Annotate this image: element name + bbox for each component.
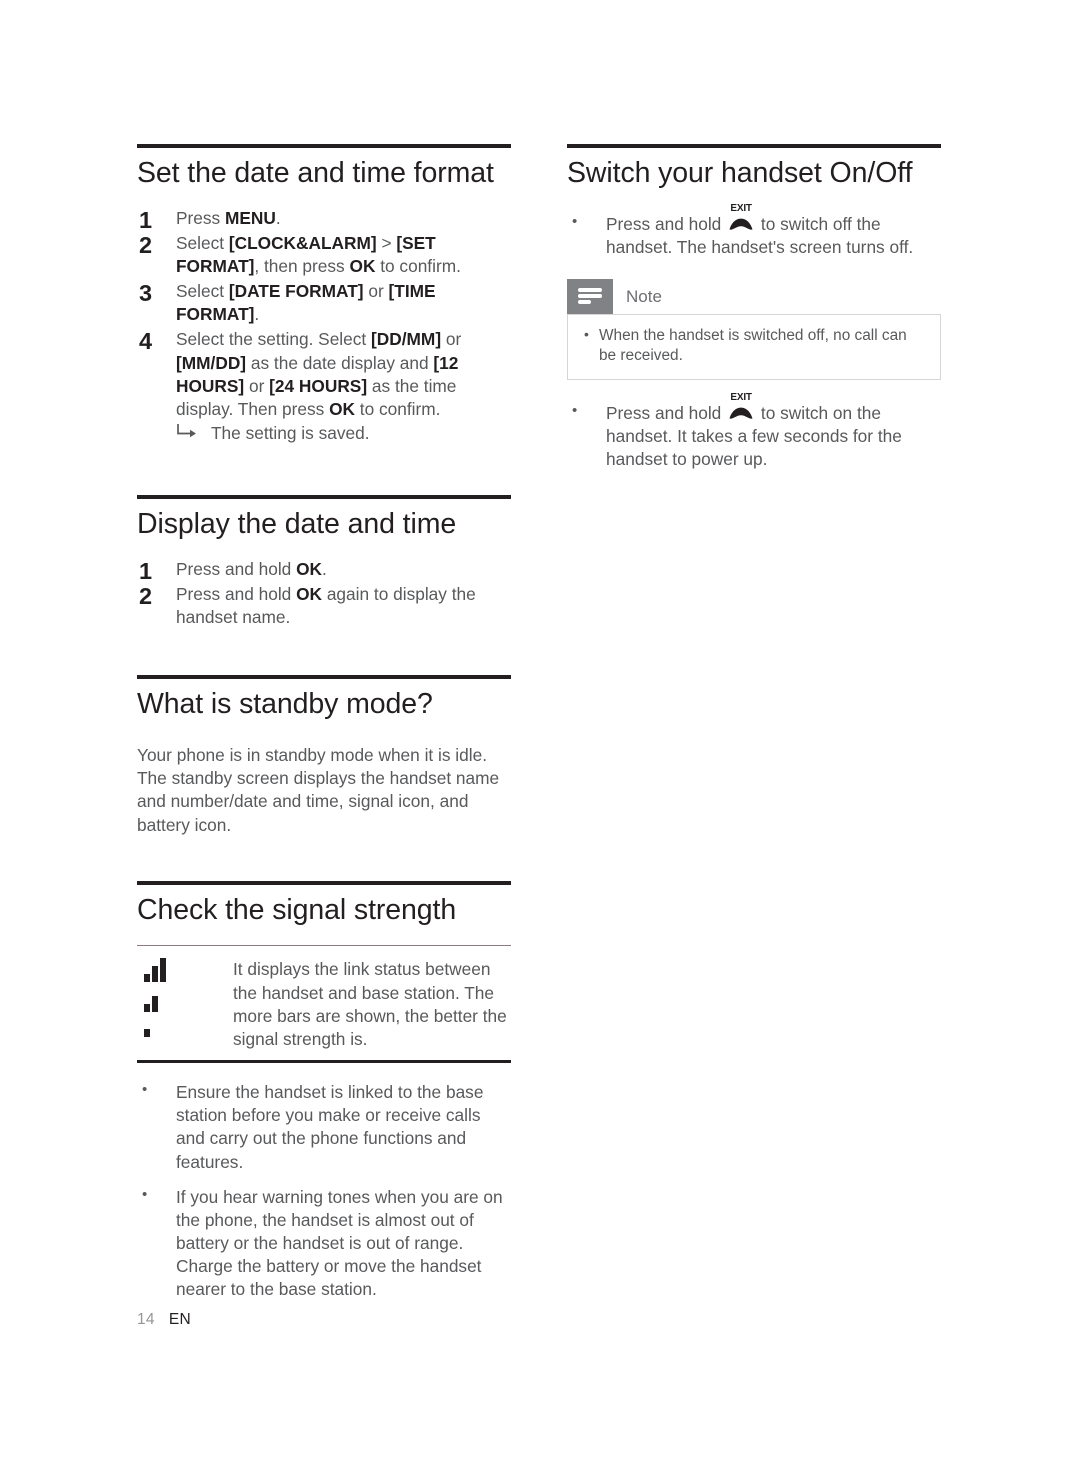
plain-text: to confirm.	[354, 399, 441, 419]
step-text: Press MENU.	[176, 208, 281, 228]
emphasis-text: [24 HOURS]	[269, 375, 368, 396]
note-item-list: When the handset is switched off, no cal…	[582, 325, 926, 367]
emphasis-text: OK	[349, 255, 376, 276]
step-item: 1 Press MENU.	[137, 207, 511, 233]
exit-key-icon: EXIT	[728, 392, 754, 421]
section-heading: What is standby mode?	[137, 688, 433, 721]
emphasis-text: MENU	[224, 207, 276, 228]
page-title: Set the date and time format	[137, 157, 494, 189]
plain-text: Press and hold	[176, 584, 297, 605]
right-column: Switch your handset On/Off Press and hol…	[567, 144, 941, 483]
result-arrow-icon	[176, 423, 198, 441]
standby-mode-paragraph: Your phone is in standby mode when it is…	[137, 745, 500, 835]
step-item: 1 Press and hold OK.	[137, 558, 511, 584]
plain-text: Select	[176, 232, 229, 253]
step-number: 4	[139, 328, 153, 355]
step-number: 2	[139, 583, 153, 610]
plain-text: .	[275, 207, 281, 228]
emphasis-text: OK	[296, 558, 323, 579]
plain-text: Select the setting. Select	[176, 329, 372, 350]
step-item: 2 Press and hold OK again to display the…	[137, 583, 511, 629]
page-footer: 14 EN	[137, 1311, 191, 1329]
section-check-signal-strength: Check the signal strength It displays th…	[137, 880, 511, 1302]
section-rule	[567, 144, 941, 148]
step-number: 2	[139, 231, 153, 258]
section-switch-handset-on-off: Switch your handset On/Off Press and hol…	[567, 144, 941, 471]
step-text: Select the setting. Select [DD/MM] or [M…	[176, 329, 461, 419]
plain-text: Select	[176, 281, 229, 302]
step-item: 3 Select [DATE FORMAT] or [TIME FORMAT].	[137, 280, 511, 326]
note-box: Note When the handset is switched off, n…	[567, 278, 941, 380]
page-number: 14	[137, 1311, 155, 1328]
note-title: Note	[626, 286, 662, 306]
step-number: 3	[139, 280, 153, 307]
exit-key-label: EXIT	[730, 391, 752, 403]
bullet-lead-text: Press and hold	[606, 213, 727, 234]
emphasis-text: [DATE FORMAT]	[228, 281, 364, 302]
bullet-lead-text: Press and hold	[606, 402, 727, 423]
plain-text: , then press	[254, 255, 350, 276]
plain-text: or	[244, 375, 270, 396]
section-rule	[137, 880, 511, 885]
signal-strength-3-bars-icon	[143, 957, 233, 988]
step-item: 2 Select [CLOCK&ALARM] > [SET FORMAT], t…	[137, 232, 511, 278]
step-list-set-format: 1 Press MENU. 2 Select [CLOCK&ALARM] > […	[137, 207, 511, 446]
plain-text: as the date display and	[246, 352, 434, 373]
emphasis-text: [DD/MM]	[371, 329, 442, 350]
step-text: Select [CLOCK&ALARM] > [SET FORMAT], the…	[176, 233, 461, 276]
page-language: EN	[168, 1311, 191, 1328]
plain-text: to confirm.	[375, 255, 461, 276]
step-text: Press and hold OK again to display the h…	[176, 584, 476, 627]
result-text: The setting is saved.	[211, 423, 370, 444]
plain-text: or	[441, 329, 462, 350]
switch-on-list: Press and hold EXIT to switch on the han…	[567, 392, 941, 472]
signal-strength-description: It displays the link status between the …	[233, 959, 507, 1049]
plain-text: Press	[176, 207, 225, 228]
step-result: The setting is saved.	[176, 422, 511, 445]
list-item: When the handset is switched off, no cal…	[582, 325, 926, 367]
signal-icon-cell	[137, 957, 233, 1043]
emphasis-text: [MM/DD]	[176, 352, 247, 373]
section-rule	[137, 675, 511, 680]
signal-strength-tips: Ensure the handset is linked to the base…	[137, 1080, 511, 1302]
plain-text: >	[376, 232, 397, 253]
list-item: Press and hold EXIT to switch off the ha…	[567, 203, 941, 259]
signal-strength-table: It displays the link status between the …	[137, 945, 511, 1064]
note-tab: Note	[567, 278, 941, 314]
manual-page: Set the date and time format 1 Press MEN…	[0, 0, 1080, 1460]
section-rule	[137, 144, 511, 148]
list-item: If you hear warning tones when you are o…	[137, 1185, 511, 1302]
plain-text: or	[363, 281, 389, 302]
section-display-date-time: Display the date and time 1 Press and ho…	[137, 495, 511, 629]
left-column: Set the date and time format 1 Press MEN…	[137, 144, 511, 1314]
section-heading: Display the date and time	[137, 508, 457, 541]
list-item: Ensure the handset is linked to the base…	[137, 1080, 511, 1174]
note-body: When the handset is switched off, no cal…	[567, 313, 941, 380]
section-standby-mode: What is standby mode? Your phone is in s…	[137, 675, 511, 836]
step-text: Select [DATE FORMAT] or [TIME FORMAT].	[176, 281, 436, 324]
section-set-date-time-format: Set the date and time format 1 Press MEN…	[137, 144, 511, 445]
exit-key-label: EXIT	[730, 202, 752, 214]
emphasis-text: OK	[329, 399, 355, 419]
note-lines-icon	[567, 278, 613, 314]
step-item: 4 Select the setting. Select [DD/MM] or …	[137, 328, 511, 445]
emphasis-text: [CLOCK&ALARM]	[228, 232, 377, 253]
signal-strength-1-bar-icon	[143, 1025, 233, 1043]
step-list-display-date: 1 Press and hold OK. 2 Press and hold OK…	[137, 558, 511, 630]
section-heading: Switch your handset On/Off	[567, 157, 913, 189]
plain-text: .	[254, 304, 260, 325]
section-rule	[137, 495, 511, 500]
plain-text: .	[322, 558, 327, 579]
section-heading: Check the signal strength	[137, 893, 457, 926]
switch-off-list: Press and hold EXIT to switch off the ha…	[567, 203, 941, 259]
emphasis-text: OK	[296, 584, 323, 605]
exit-key-icon: EXIT	[728, 203, 754, 232]
signal-strength-2-bars-icon	[143, 995, 233, 1018]
list-item: Press and hold EXIT to switch on the han…	[567, 392, 941, 472]
plain-text: Press and hold	[176, 558, 297, 579]
step-text: Press and hold OK.	[176, 559, 327, 579]
